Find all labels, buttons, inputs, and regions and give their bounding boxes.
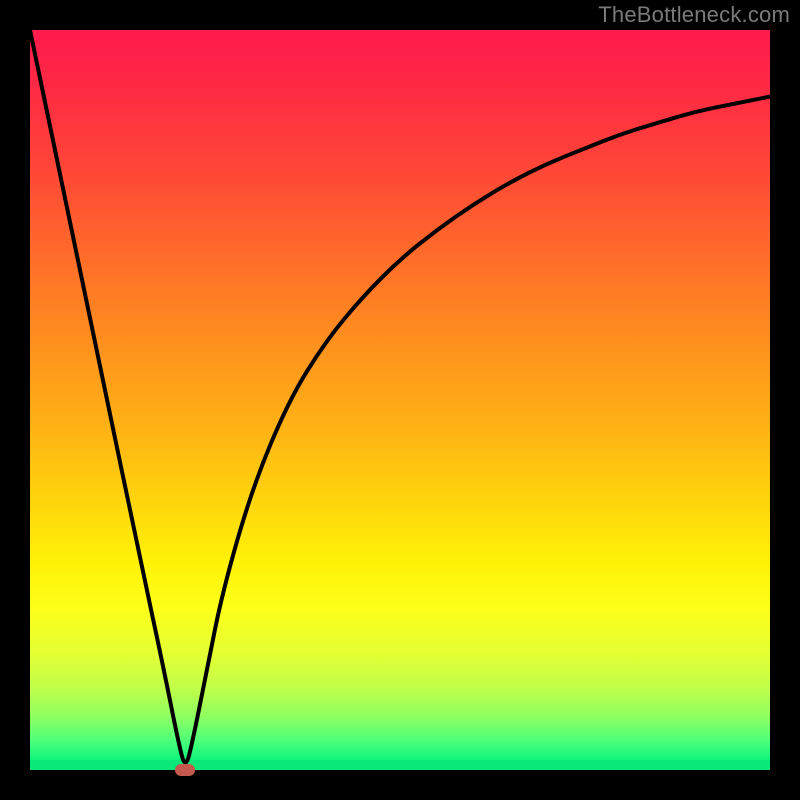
chart-frame: TheBottleneck.com bbox=[0, 0, 800, 800]
watermark-text: TheBottleneck.com bbox=[598, 2, 790, 28]
plot-area bbox=[30, 30, 770, 770]
bottleneck-curve bbox=[30, 30, 770, 770]
optimal-point-marker bbox=[175, 764, 195, 776]
